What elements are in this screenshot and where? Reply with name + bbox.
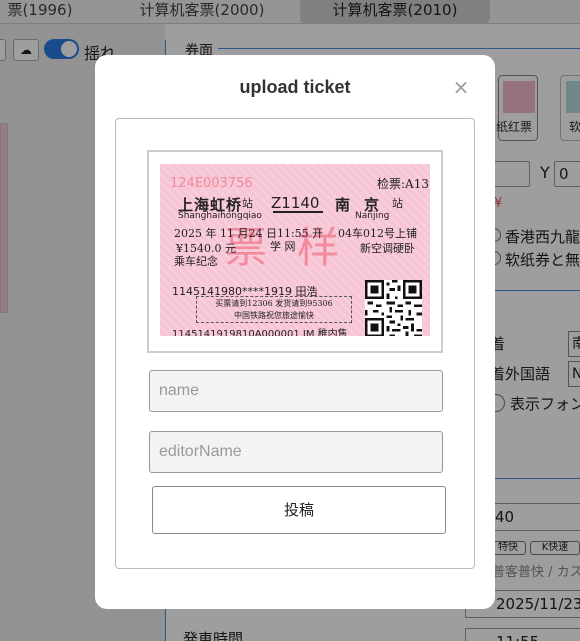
qr-code-icon <box>365 280 422 336</box>
sample-watermark: 票样 <box>225 223 370 272</box>
ticket-seat-type: 新空调硬卧 <box>360 242 415 255</box>
ticket-from-en: Shanghaihongqiao <box>178 211 262 221</box>
ticket-seat: 04车012号上铺 <box>338 227 417 240</box>
ticket-to-suffix: 站 <box>392 197 403 210</box>
dialog-content: 票样 124E003756 检票:A13 上海虹桥 站 Z1140 南京 站 S… <box>115 118 475 569</box>
ticket-from-suffix: 站 <box>242 197 253 210</box>
ticket-date: 2025 年 11 月24 日11:55 开 <box>174 227 324 240</box>
arrow-icon <box>273 211 323 213</box>
upload-ticket-dialog: upload ticket × 票样 124E003756 检票:A13 上海虹… <box>95 55 495 609</box>
editor-name-input[interactable]: editorName <box>149 431 443 473</box>
ticket-preview: 票样 124E003756 检票:A13 上海虹桥 站 Z1140 南京 站 S… <box>160 164 430 336</box>
ticket-check-gate: 检票:A13 <box>377 177 429 191</box>
ticket-train-number: Z1140 <box>271 194 320 212</box>
ticket-memo: 乘车纪念 <box>174 255 218 268</box>
ticket-serial: 124E003756 <box>170 176 253 191</box>
student-online-icons: 学 网 <box>270 240 296 253</box>
close-icon[interactable]: × <box>452 77 470 97</box>
submit-button[interactable]: 投稿 <box>152 486 446 534</box>
ticket-notice-box: 买票请到12306 发货请到95306 中国铁路祝您旅途愉快 <box>196 296 352 323</box>
ticket-notice-line1: 买票请到12306 发货请到95306 <box>215 299 333 308</box>
name-input[interactable]: name <box>149 370 443 412</box>
dialog-title: upload ticket <box>239 77 351 97</box>
ticket-preview-frame: 票样 124E003756 检票:A13 上海虹桥 站 Z1140 南京 站 S… <box>147 150 443 353</box>
ticket-to-en: Nanjing <box>355 211 390 221</box>
ticket-bottom-code: 1145141919810A000001 JM 稚内售 <box>172 329 348 336</box>
ticket-notice-line2: 中国铁路祝您旅途愉快 <box>234 311 314 320</box>
